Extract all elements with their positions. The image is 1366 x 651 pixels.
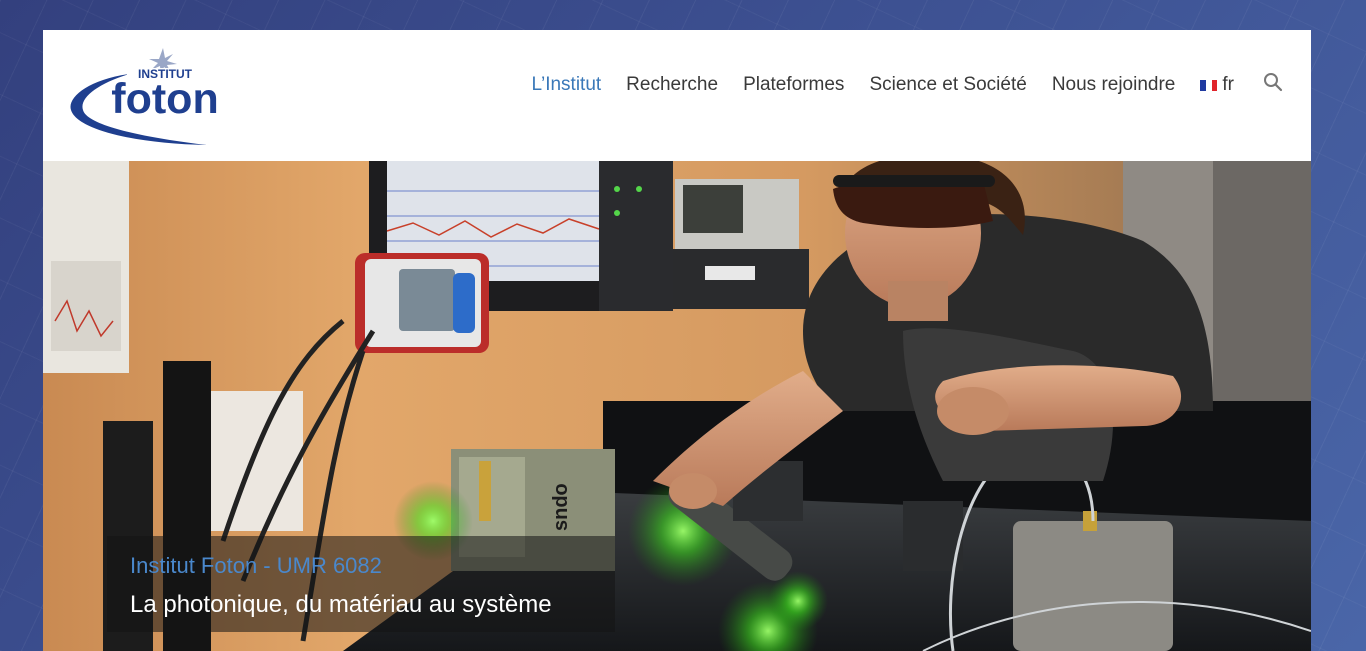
hero-subtitle: Institut Foton - UMR 6082 <box>130 553 382 578</box>
language-switcher[interactable]: fr <box>1200 74 1234 96</box>
nav-item-recherche[interactable]: Recherche <box>626 74 718 96</box>
logo-main-text: foton <box>111 75 218 123</box>
svg-text:sndo: sndo <box>550 483 572 531</box>
site-container: INSTITUT foton L’Institut Recherche Plat… <box>43 30 1311 651</box>
site-logo[interactable]: INSTITUT foton <box>67 46 227 148</box>
hero-caption: Institut Foton - UMR 6082 La photonique,… <box>107 536 615 632</box>
hero-title: La photonique, du matériau au système <box>130 591 552 618</box>
nav-item-institut[interactable]: L’Institut <box>531 74 601 96</box>
site-header: INSTITUT foton L’Institut Recherche Plat… <box>43 30 1311 161</box>
france-flag-icon <box>1200 79 1218 91</box>
language-label: fr <box>1222 74 1234 95</box>
nav-item-plateformes[interactable]: Plateformes <box>743 74 844 96</box>
main-nav: L’Institut Recherche Plateformes Science… <box>531 70 1285 100</box>
nav-item-science-societe[interactable]: Science et Société <box>869 74 1026 96</box>
logo-graphic: INSTITUT foton <box>70 48 219 145</box>
hero-slider: sndo Institut Foton - UMR 6082 La photon… <box>43 161 1311 651</box>
search-icon[interactable] <box>1261 70 1285 94</box>
nav-item-nous-rejoindre[interactable]: Nous rejoindre <box>1052 74 1176 96</box>
